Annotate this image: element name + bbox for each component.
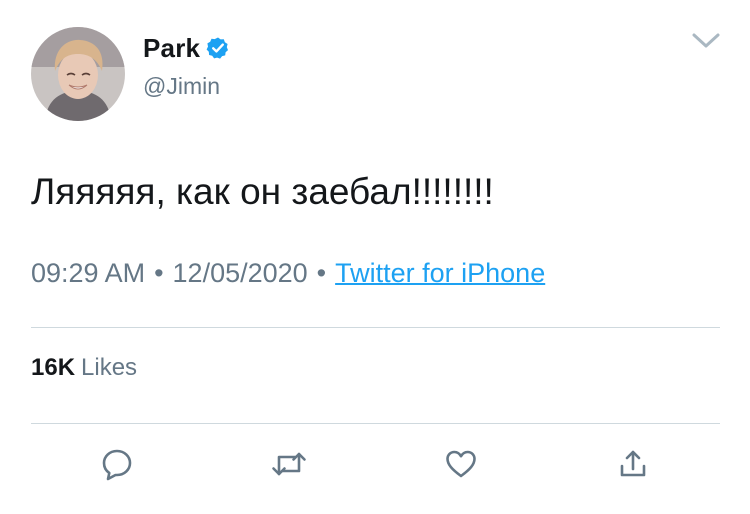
- avatar[interactable]: [31, 27, 125, 121]
- heart-icon: [443, 446, 479, 487]
- tweet-text: Ляяяяя, как он заебал!!!!!!!!: [31, 171, 494, 212]
- like-button[interactable]: [442, 447, 480, 485]
- tweet-date: 12/05/2020: [172, 258, 308, 288]
- meta-separator: •: [154, 258, 164, 288]
- meta-separator: •: [316, 258, 327, 288]
- divider: [31, 423, 720, 424]
- likes-label: Likes: [81, 354, 138, 381]
- retweet-button[interactable]: [270, 447, 308, 485]
- author-display-name[interactable]: Park: [143, 33, 200, 64]
- reply-icon: [99, 446, 135, 487]
- divider: [31, 327, 720, 328]
- author-handle[interactable]: @Jimin: [143, 73, 220, 100]
- chevron-down-icon[interactable]: [690, 30, 722, 52]
- author-name-row: Park: [143, 31, 230, 65]
- verified-badge-icon: [206, 36, 230, 60]
- reply-button[interactable]: [98, 447, 136, 485]
- likes-count: 16K: [31, 354, 76, 381]
- retweet-icon: [270, 446, 308, 487]
- tweet-source-link[interactable]: Twitter for iPhone: [335, 258, 545, 288]
- share-button[interactable]: [614, 447, 652, 485]
- tweet-time: 09:29 AM: [31, 258, 146, 288]
- share-icon: [615, 446, 651, 487]
- tweet-meta: 09:29 AM • 12/05/2020 • Twitter for iPhone: [31, 258, 545, 289]
- likes-stat[interactable]: 16K Likes: [31, 354, 137, 382]
